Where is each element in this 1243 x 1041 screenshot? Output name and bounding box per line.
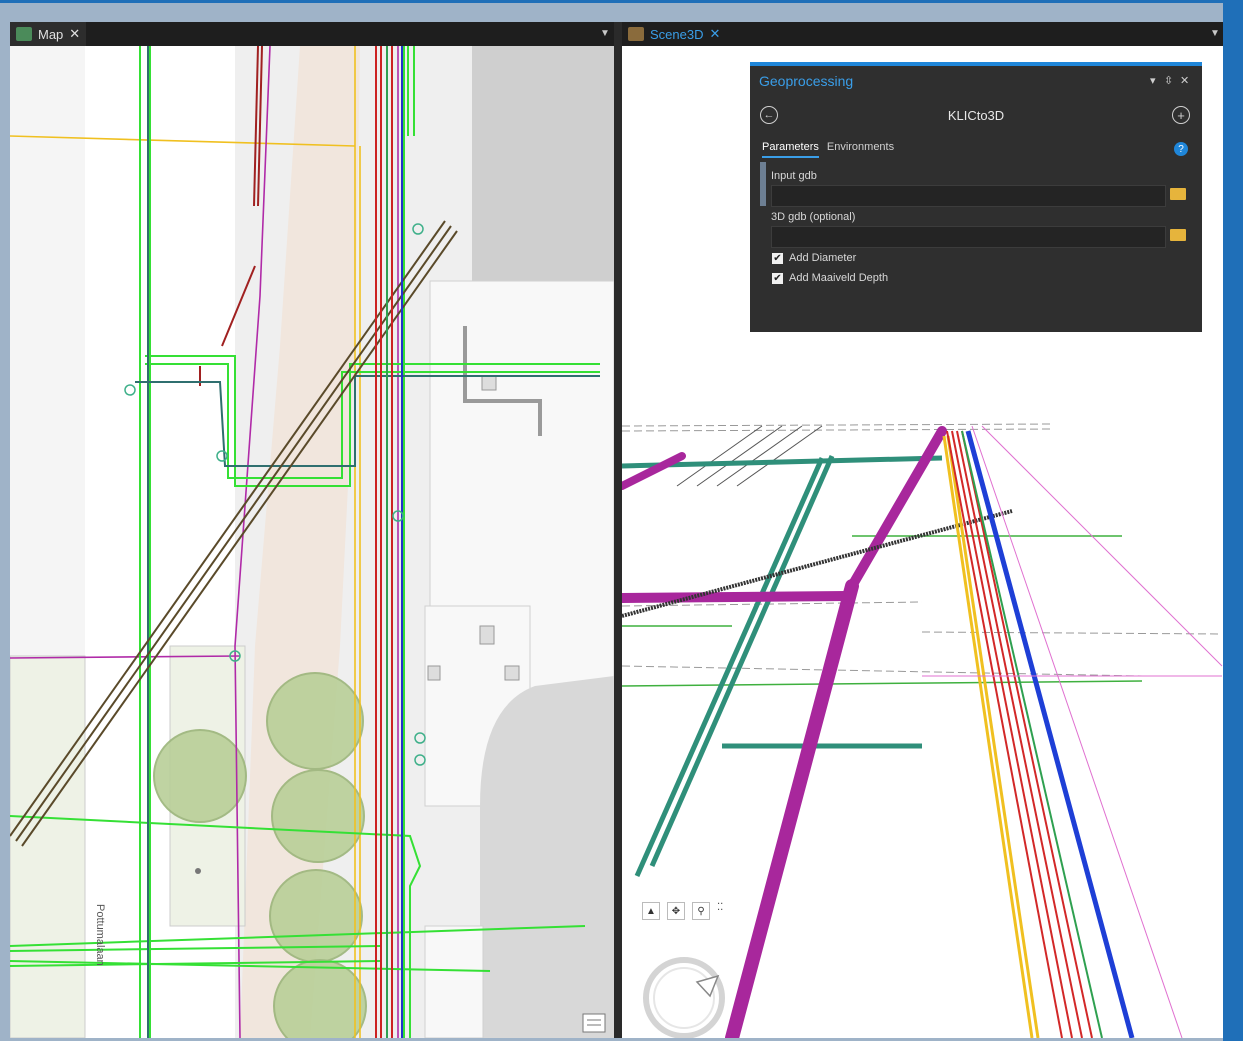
help-icon[interactable]: ? <box>1174 142 1188 156</box>
nav-up-icon[interactable]: ▲ <box>642 902 660 920</box>
folder-icon[interactable] <box>1170 188 1186 200</box>
legend-icon[interactable] <box>582 1013 606 1033</box>
param-label-3d-gdb: 3D gdb (optional) <box>771 211 856 223</box>
map-tab-bar: Map ✕ ▼ <box>10 22 614 46</box>
map-canvas[interactable] <box>10 46 614 1038</box>
input-gdb-field[interactable] <box>771 185 1166 207</box>
pin-icon[interactable]: ⇳ <box>1164 74 1173 87</box>
3d-gdb-field[interactable] <box>771 226 1166 248</box>
add-maaiveld-depth-label: Add Maaiveld Depth <box>789 272 889 284</box>
close-icon[interactable]: ✕ <box>69 26 80 42</box>
app-window: Map ✕ ▼ Pottumalaan Scene3D ✕ ▼ ▲ ✥ ⚲ ⁚⁚… <box>0 0 1243 1041</box>
folder-icon[interactable] <box>1170 229 1186 241</box>
tab-map-label: Map <box>38 26 64 42</box>
chevron-down-icon[interactable]: ▼ <box>600 28 610 39</box>
globe-icon <box>628 27 644 41</box>
required-indicator <box>760 162 766 206</box>
window-border-right <box>1223 0 1243 1041</box>
scene-tab-bar: Scene3D ✕ ▼ <box>622 22 1223 46</box>
tool-name: KLICto3D <box>947 108 1005 123</box>
add-diameter-label: Add Diameter <box>789 252 857 264</box>
chevron-down-icon[interactable]: ▼ <box>1210 28 1220 39</box>
tab-scene3d-label: Scene3D <box>650 26 704 42</box>
geoprocessing-title: Geoprocessing <box>759 73 854 89</box>
street-label: Pottumalaan <box>94 904 106 966</box>
pane-menu-icon[interactable]: ▾ <box>1150 74 1156 87</box>
map-icon <box>16 27 32 41</box>
param-label-input-gdb: Input gdb <box>771 170 817 182</box>
add-maaiveld-depth-checkbox[interactable]: ✔ <box>772 273 783 284</box>
tab-parameters[interactable]: Parameters <box>762 141 819 158</box>
tab-scene3d[interactable]: Scene3D ✕ <box>622 22 727 46</box>
add-icon[interactable]: + <box>1172 106 1190 124</box>
geoprocessing-panel: Geoprocessing ▾ ⇳ ✕ ← KLICto3D + Paramet… <box>750 62 1202 332</box>
nav-more-icon[interactable]: ⁚⁚ <box>717 902 723 913</box>
nav-walk-icon[interactable]: ⚲ <box>692 902 710 920</box>
close-icon[interactable]: ✕ <box>1180 74 1189 87</box>
tab-map[interactable]: Map ✕ <box>10 22 87 46</box>
window-border-top <box>0 0 1243 3</box>
nav-pan-icon[interactable]: ✥ <box>667 902 685 920</box>
add-diameter-checkbox[interactable]: ✔ <box>772 253 783 264</box>
tab-environments[interactable]: Environments <box>827 141 894 158</box>
close-icon[interactable]: ✕ <box>709 26 720 42</box>
map-pane[interactable]: Map ✕ ▼ Pottumalaan <box>10 22 614 1038</box>
pane-divider[interactable] <box>614 22 622 1038</box>
gp-tabs: Parameters Environments <box>762 141 894 158</box>
